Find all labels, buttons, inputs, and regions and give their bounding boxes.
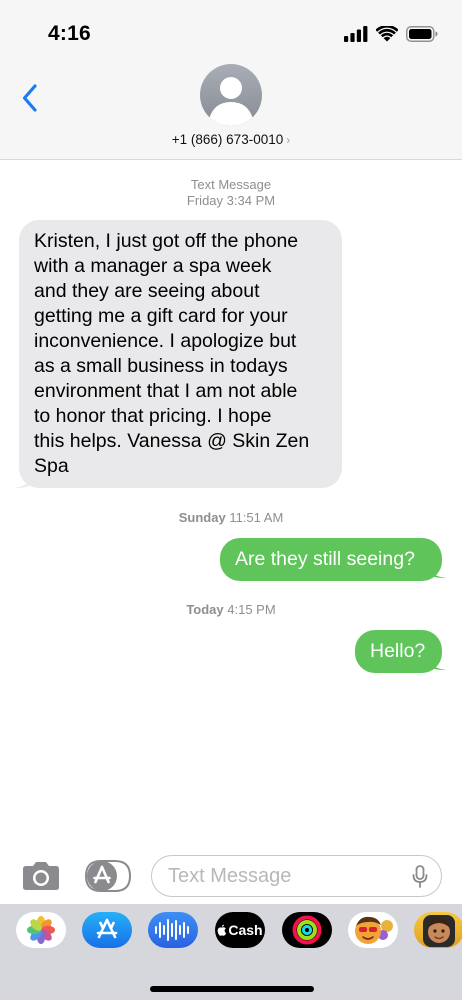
apple-cash-label: Cash — [228, 922, 263, 938]
message-line: to honor that pricing. I hope — [34, 405, 272, 427]
timestamp-today: Today 4:15 PM — [0, 602, 462, 618]
service-label: Text Message — [190, 177, 272, 192]
timestamp-time: 4:15 PM — [227, 602, 276, 617]
message-line: and they are seeing about — [34, 280, 260, 302]
message-service-label: Text Message — [0, 177, 462, 193]
message-line: Spa — [34, 455, 69, 477]
input-bar: Text Message — [0, 848, 462, 904]
activity-app-icon[interactable] — [282, 912, 332, 948]
message-line: as a small business in todays — [34, 355, 288, 377]
status-time: 4:16 — [48, 22, 91, 45]
photos-flower-icon — [27, 916, 55, 944]
message-line: inconvenience. I apologize but — [34, 330, 297, 352]
dictation-button[interactable] — [412, 865, 428, 889]
chevron-left-icon — [22, 84, 37, 112]
app-drawer: Cash — [0, 904, 462, 1000]
outgoing-message-bubble[interactable]: Hello? — [355, 630, 442, 673]
audio-message-app-icon[interactable] — [148, 912, 198, 948]
timestamp-day: Friday — [186, 193, 224, 208]
message-line: getting me a gift card for your — [34, 305, 288, 327]
memoji-app-icon[interactable] — [414, 912, 462, 948]
incoming-message-bubble[interactable]: Kristen, I just got off the phone with a… — [19, 220, 342, 488]
message-line: this helps. Vanessa @ Skin Zen — [34, 430, 310, 452]
contact-number: +1 (866) 673-0010 — [171, 132, 284, 147]
message-input-placeholder: Text Message — [168, 865, 292, 887]
battery-icon — [406, 26, 438, 42]
timestamp-day: Sunday — [178, 510, 226, 525]
apple-cash-app-icon[interactable]: Cash — [215, 912, 265, 948]
message-input[interactable]: Text Message — [151, 855, 442, 897]
apple-logo-icon — [217, 924, 227, 936]
timestamp-time: 11:51 AM — [229, 510, 284, 525]
status-bar: 4:16 — [0, 0, 462, 62]
app-store-app-icon[interactable] — [82, 912, 132, 948]
conversation-header: +1 (866) 673-0010 › — [0, 62, 462, 160]
outgoing-message-bubble[interactable]: Are they still seeing? — [220, 538, 442, 581]
activity-rings-icon — [292, 915, 322, 945]
timestamp-time: 3:34 PM — [226, 193, 276, 208]
timestamp-sunday: Sunday 11:51 AM — [0, 510, 462, 526]
message-text: Hello? — [370, 640, 426, 662]
contact-chevron-icon: › — [286, 133, 291, 147]
message-line: environment that I am not able — [34, 380, 298, 402]
status-icons — [344, 26, 438, 42]
memoji-stickers-app-icon[interactable] — [348, 912, 398, 948]
person-icon — [209, 77, 253, 126]
timestamp-friday: Friday 3:34 PM — [0, 193, 462, 209]
camera-button[interactable] — [22, 861, 60, 891]
home-indicator[interactable] — [150, 986, 314, 992]
waveform-icon — [155, 919, 189, 941]
contact-avatar[interactable] — [200, 64, 262, 126]
memoji-sticker-icon — [355, 916, 393, 944]
contact-name[interactable]: +1 (866) 673-0010 › — [0, 132, 462, 147]
app-store-icon — [84, 860, 132, 892]
microphone-icon — [412, 865, 428, 888]
app-store-glyph-icon — [96, 918, 118, 939]
message-text: Are they still seeing? — [235, 548, 415, 570]
photos-app-icon[interactable] — [16, 912, 66, 948]
memoji-face-icon — [423, 915, 455, 947]
message-line: with a manager a spa week — [34, 255, 272, 277]
cellular-signal-icon — [344, 26, 368, 42]
camera-icon — [23, 862, 59, 890]
timestamp-day: Today — [186, 602, 224, 617]
message-line: Kristen, I just got off the phone — [34, 230, 299, 252]
app-store-button[interactable] — [84, 860, 132, 892]
wifi-icon — [376, 26, 398, 42]
back-button[interactable] — [16, 78, 44, 118]
